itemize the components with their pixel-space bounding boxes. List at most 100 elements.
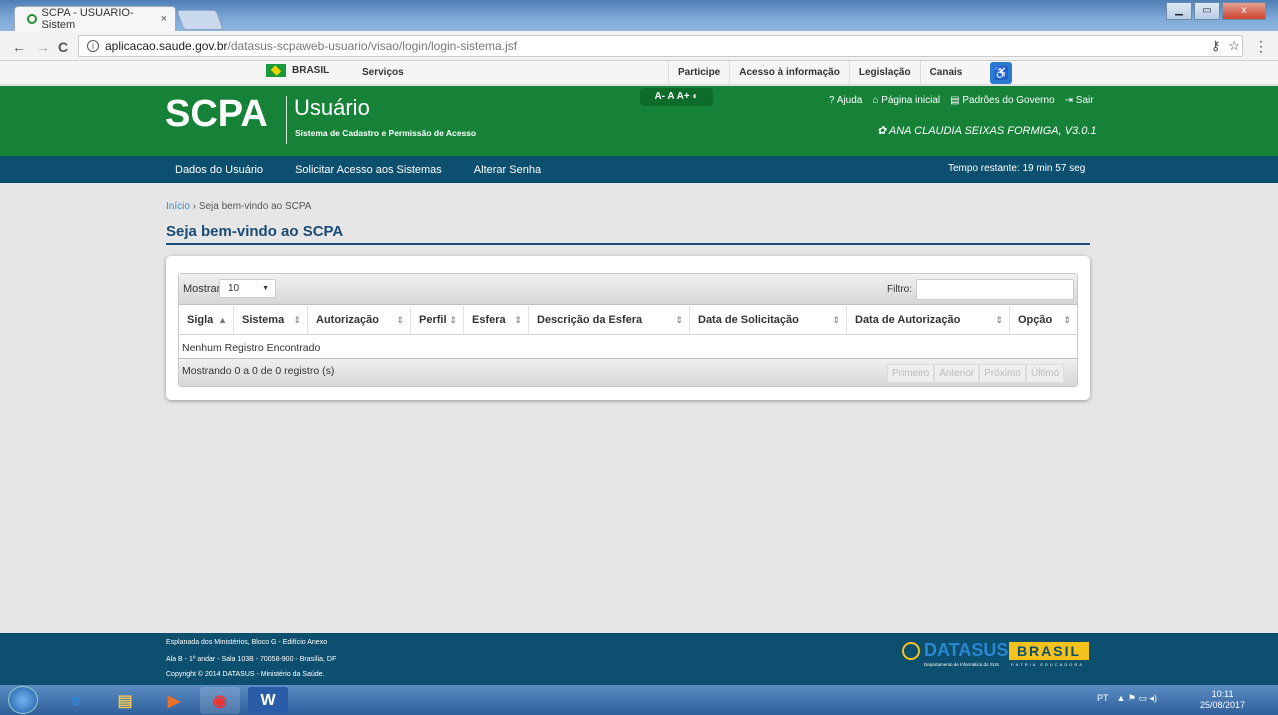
patria-educadora-label: PÁTRIA EDUCADORA bbox=[1011, 662, 1084, 667]
clock-date: 25/08/2017 bbox=[1200, 700, 1246, 710]
page-length-value: 10 bbox=[228, 283, 240, 294]
session-timer: Tempo restante: 19 min 57 seg bbox=[948, 163, 1086, 174]
page-title: Seja bem-vindo ao SCPA bbox=[166, 223, 344, 240]
brasil-link[interactable]: BRASIL bbox=[266, 64, 329, 77]
url-path: /datasus-scpaweb-usuario/visao/login/log… bbox=[227, 39, 518, 53]
column-label: Sistema bbox=[242, 314, 285, 326]
gov-link-acesso[interactable]: Acesso à informação bbox=[729, 61, 849, 85]
scpa-logo[interactable]: SCPA bbox=[165, 93, 268, 136]
tab-title: SCPA - USUARIO- Sistem bbox=[41, 7, 134, 31]
footer-address-2: Ala B - 1º andar - Sala 103B - 70058-900… bbox=[166, 656, 337, 663]
footer-address-1: Esplanada dos Ministérios, Bloco G - Edi… bbox=[166, 639, 328, 646]
gov-link-legislacao[interactable]: Legislação bbox=[848, 61, 920, 85]
media-player-icon[interactable]: ▶ bbox=[154, 687, 194, 714]
url-actions: ⚷ ☆ bbox=[1211, 38, 1240, 54]
info-icon[interactable]: i bbox=[87, 40, 99, 52]
chrome-icon[interactable]: ◉ bbox=[200, 687, 240, 714]
pager-last[interactable]: Último bbox=[1025, 364, 1065, 383]
tab-close-icon[interactable]: × bbox=[161, 13, 167, 25]
servicos-link[interactable]: Serviços bbox=[362, 67, 404, 78]
url-host: aplicacao.saude.gov.br bbox=[105, 39, 228, 53]
browser-tab[interactable]: SCPA - USUARIO- Sistem × bbox=[14, 6, 176, 31]
clock[interactable]: 10:11 25/08/2017 bbox=[1200, 689, 1245, 711]
browser-menu-icon[interactable]: ⋮ bbox=[1254, 38, 1268, 55]
key-icon[interactable]: ⚷ bbox=[1211, 38, 1221, 54]
gov-link-participe[interactable]: Participe bbox=[668, 61, 729, 85]
pager-previous[interactable]: Anterior bbox=[934, 364, 980, 383]
close-window-button[interactable]: x bbox=[1222, 2, 1266, 20]
tray-icons[interactable]: ▲ ⚑ ▭ ◂) bbox=[1117, 693, 1158, 704]
gov-links: Participe Acesso à informação Legislação… bbox=[668, 61, 971, 85]
header-links: ? Ajuda ⌂ Página inicial ▤ Padrões do Go… bbox=[829, 95, 1094, 106]
datasus-subtitle: Departamento de Informática do SUS bbox=[924, 662, 1000, 667]
bookmark-star-icon[interactable]: ☆ bbox=[1228, 38, 1240, 54]
nav-items: Dados do Usuário Solicitar Acesso aos Si… bbox=[175, 156, 573, 183]
empty-message: Nenhum Registro Encontrado bbox=[182, 342, 321, 354]
column-label: Perfil bbox=[419, 314, 447, 326]
datasus-logo[interactable]: DATASUS Departamento de Informática do S… bbox=[902, 640, 1008, 667]
table-info: Mostrando 0 a 0 de 0 registro (s) bbox=[182, 365, 335, 377]
breadcrumb: Início › Seja bem-vindo ao SCPA bbox=[166, 201, 311, 212]
nav-item-solicitar[interactable]: Solicitar Acesso aos Sistemas bbox=[295, 164, 442, 176]
font-size-controls[interactable]: A- A A+ ◐ bbox=[640, 88, 713, 106]
pager-first[interactable]: Primeiro bbox=[887, 364, 935, 383]
column-header-descricao-esfera[interactable]: Descrição da Esfera ⇕ bbox=[529, 306, 690, 335]
sort-icon: ⇕ bbox=[675, 315, 683, 325]
breadcrumb-home[interactable]: Início bbox=[166, 201, 190, 212]
language-indicator[interactable]: PT bbox=[1097, 693, 1109, 704]
header-title: Usuário bbox=[294, 95, 370, 120]
filter-label: Filtro: bbox=[887, 284, 912, 295]
sort-icon: ⇕ bbox=[832, 315, 840, 325]
column-header-data-solicitacao[interactable]: Data de Solicitação ⇕ bbox=[690, 306, 847, 335]
favicon-icon bbox=[27, 14, 37, 24]
breadcrumb-separator: › bbox=[192, 201, 197, 212]
start-button[interactable] bbox=[8, 686, 38, 714]
column-header-autorizacao[interactable]: Autorização ⇕ bbox=[308, 306, 411, 335]
breadcrumb-current: Seja bem-vindo ao SCPA bbox=[198, 201, 312, 212]
system-tray: PT ▲ ⚑ ▭ ◂) bbox=[1097, 693, 1157, 704]
home-page-link[interactable]: ⌂ Página inicial bbox=[872, 95, 940, 106]
column-header-sistema[interactable]: Sistema ⇕ bbox=[234, 306, 308, 335]
help-link[interactable]: ? Ajuda bbox=[829, 95, 862, 106]
logout-link[interactable]: ⇥ Sair bbox=[1065, 95, 1094, 106]
gov-bar bbox=[0, 61, 1278, 85]
pager-next[interactable]: Próximo bbox=[979, 364, 1026, 383]
sort-icon: ⇕ bbox=[514, 315, 522, 325]
clock-time: 10:11 bbox=[1211, 689, 1234, 699]
nav-item-dados[interactable]: Dados do Usuário bbox=[175, 164, 263, 176]
url-input[interactable]: i aplicacao.saude.gov.br/datasus-scpaweb… bbox=[78, 35, 1243, 57]
column-label: Descrição da Esfera bbox=[537, 314, 643, 326]
new-tab-button[interactable] bbox=[176, 10, 224, 30]
gov-standards-link[interactable]: ▤ Padrões do Governo bbox=[950, 95, 1055, 106]
maximize-button[interactable]: ▭ bbox=[1194, 2, 1220, 20]
title-underline bbox=[166, 243, 1090, 245]
datasus-emblem-icon bbox=[902, 641, 920, 660]
column-header-opcao[interactable]: Opção ⇕ bbox=[1010, 306, 1077, 335]
column-label: Autorização bbox=[316, 314, 379, 326]
explorer-icon[interactable]: ▤ bbox=[105, 687, 145, 714]
filter-input[interactable] bbox=[916, 279, 1074, 300]
brazil-flag-icon bbox=[266, 64, 286, 77]
back-icon[interactable]: ← bbox=[12, 39, 26, 55]
column-header-perfil[interactable]: Perfil ⇕ bbox=[411, 306, 464, 335]
ie-icon[interactable]: e bbox=[56, 687, 96, 714]
nav-item-alterar-senha[interactable]: Alterar Senha bbox=[474, 164, 541, 176]
brasil-label: BRASIL bbox=[292, 65, 330, 76]
page-length-select[interactable]: 10 ▼ bbox=[219, 279, 276, 298]
column-header-sigla[interactable]: Sigla ▲ bbox=[179, 306, 234, 335]
brasil-logo: BRASIL bbox=[1009, 642, 1089, 660]
minimize-button[interactable]: ▁ bbox=[1166, 2, 1192, 20]
column-label: Data de Solicitação bbox=[698, 314, 799, 326]
column-label: Esfera bbox=[472, 314, 506, 326]
sort-icon: ⇕ bbox=[995, 315, 1003, 325]
gov-link-canais[interactable]: Canais bbox=[919, 61, 972, 85]
word-icon[interactable]: W bbox=[248, 687, 288, 714]
column-header-data-autorizacao[interactable]: Data de Autorização ⇕ bbox=[847, 306, 1010, 335]
brasil-wordmark: BRASIL bbox=[1009, 642, 1089, 660]
chevron-down-icon: ▼ bbox=[262, 285, 269, 292]
accessibility-icon[interactable]: ♿ bbox=[990, 62, 1012, 84]
reload-icon[interactable]: C bbox=[58, 39, 68, 55]
column-header-esfera[interactable]: Esfera ⇕ bbox=[464, 306, 529, 335]
window-controls: ▁ ▭ x bbox=[1166, 2, 1266, 20]
forward-icon[interactable]: → bbox=[36, 39, 50, 55]
